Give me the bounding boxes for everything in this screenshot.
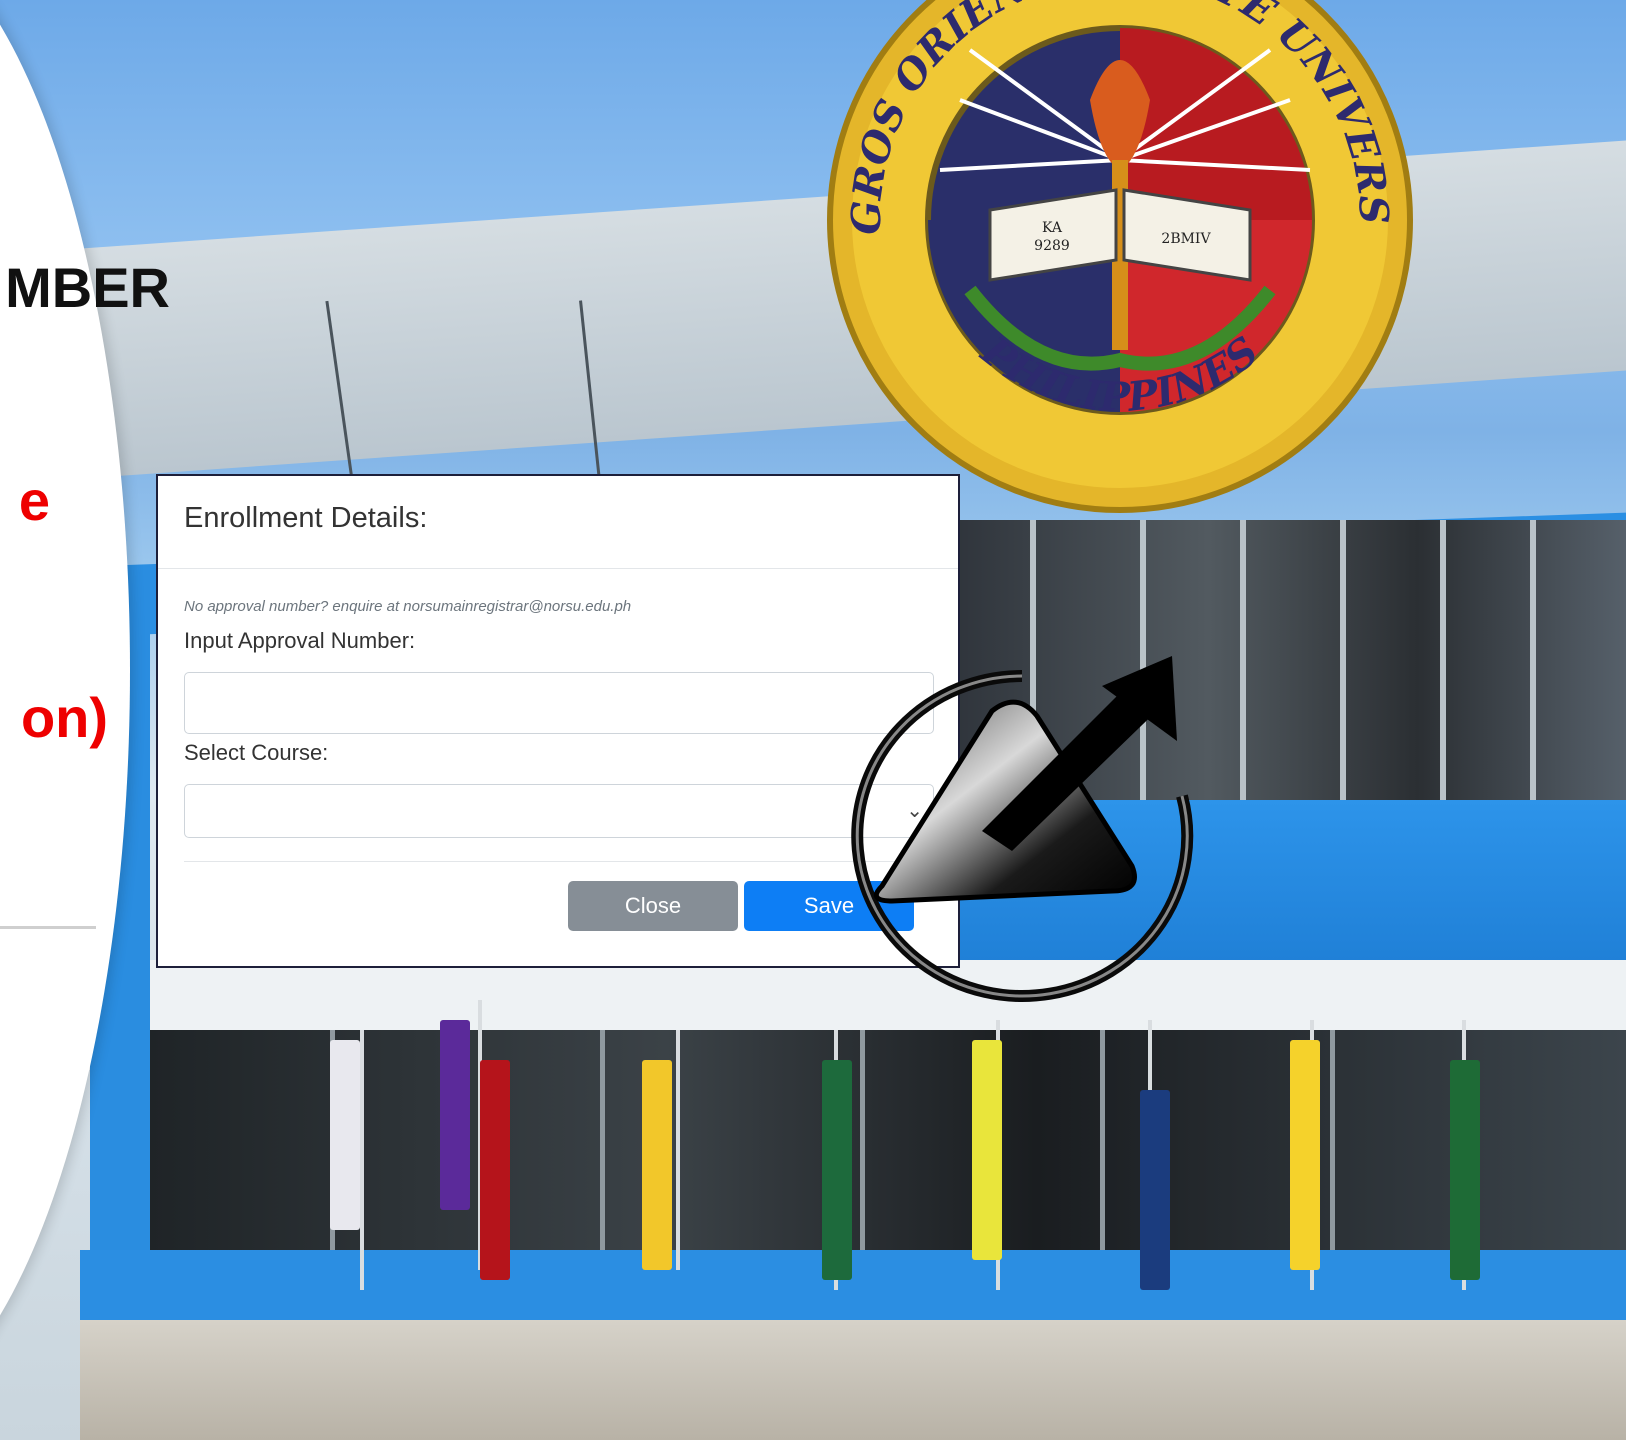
window-mullion: [600, 1030, 605, 1260]
window-mullion: [1530, 520, 1536, 810]
approval-number-input[interactable]: [184, 672, 934, 734]
university-seal-logo: KA 9289 2BMIV NEGROS ORIENTAL STATE UNIV…: [820, 0, 1413, 513]
course-select[interactable]: ⌄: [184, 784, 934, 838]
window-mullion: [1440, 520, 1446, 810]
flag-green: [822, 1060, 852, 1280]
flag-yellow: [642, 1060, 672, 1270]
slide-heading: MBER: [5, 256, 170, 319]
flagpole: [360, 1030, 364, 1290]
building-blue-base: [80, 1250, 1626, 1330]
flag-navy: [1140, 1090, 1170, 1290]
slide-divider: [0, 926, 96, 929]
seal-book-right-text: 2BMIV: [1161, 231, 1211, 247]
close-button[interactable]: Close: [568, 881, 738, 931]
refresh-arrow-icon: [851, 656, 1194, 1002]
modal-title: Enrollment Details:: [184, 502, 428, 534]
window-mullion: [1100, 1030, 1105, 1260]
window-mullion: [1340, 520, 1346, 810]
flag-white: [330, 1040, 360, 1230]
modal-footer-divider: [184, 861, 934, 862]
building-lower-windows: [150, 1030, 1626, 1260]
slide-red-text: e: [18, 469, 50, 532]
flagpole: [676, 1030, 680, 1270]
approval-number-label: Input Approval Number:: [184, 628, 416, 653]
approval-help-note: No approval number? enquire at norsumain…: [184, 598, 632, 615]
flag-yellow: [972, 1040, 1002, 1260]
window-mullion: [860, 1030, 865, 1260]
window-mullion: [1330, 1030, 1335, 1260]
slide-background: KA 9289 2BMIV NEGROS ORIENTAL STATE UNIV…: [0, 0, 1626, 1440]
slide-red-text: on): [20, 686, 108, 749]
flag-green: [1450, 1060, 1480, 1280]
window-mullion: [1240, 520, 1246, 810]
building-floor: [80, 1320, 1626, 1440]
flag-yellow: [1290, 1040, 1320, 1270]
flag-red: [480, 1060, 510, 1280]
course-label: Select Course:: [184, 740, 329, 765]
seal-book-left-text: 9289: [1034, 238, 1070, 254]
modal-header: Enrollment Details:: [158, 476, 958, 569]
seal-book-left-text: KA: [1042, 220, 1063, 236]
flag-purple: [440, 1020, 470, 1210]
